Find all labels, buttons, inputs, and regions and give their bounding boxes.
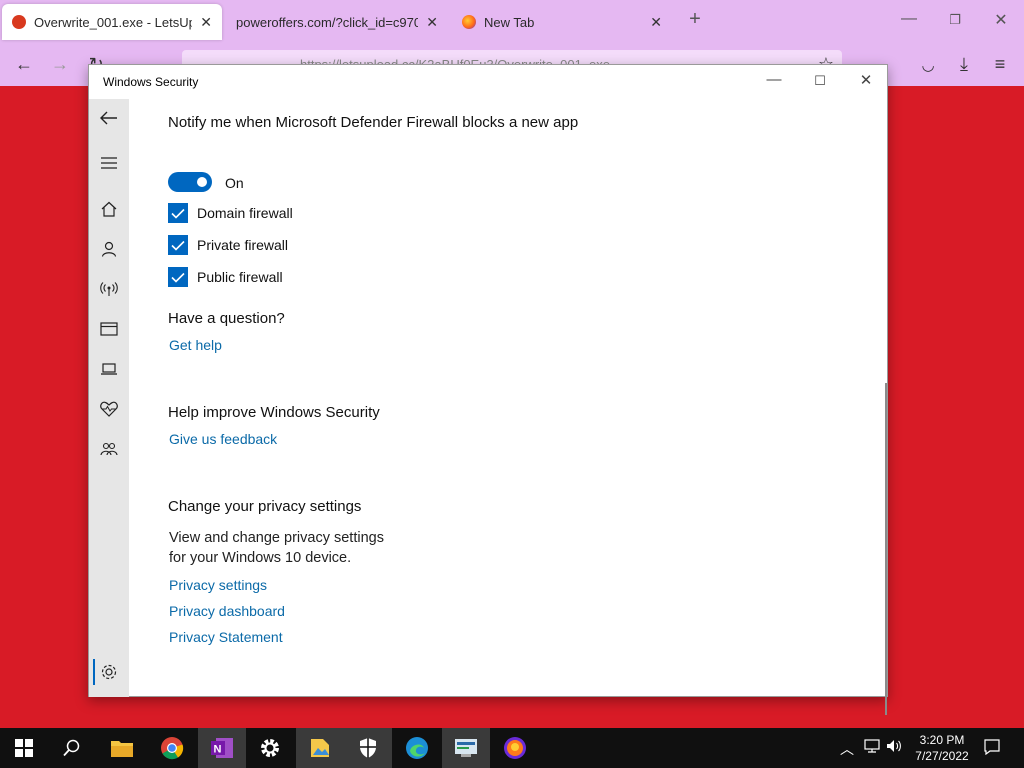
family-options-icon[interactable]: [97, 437, 121, 461]
file-manager-icon[interactable]: [296, 728, 344, 768]
volume-icon[interactable]: [886, 739, 902, 756]
active-indicator: [93, 659, 95, 685]
notify-heading: Notify me when Microsoft Defender Firewa…: [168, 114, 579, 131]
clock-date: 7/27/2022: [915, 749, 969, 763]
checkbox-checked-icon[interactable]: [168, 203, 188, 223]
settings-icon[interactable]: [246, 728, 294, 768]
app-icon[interactable]: [442, 728, 490, 768]
privacy-heading: Change your privacy settings: [168, 498, 362, 515]
security-sidebar: [89, 99, 129, 697]
checkbox-label: Public firewall: [197, 269, 283, 285]
clock[interactable]: 3:20 PM 7/27/2022: [906, 732, 978, 764]
search-icon[interactable]: [48, 728, 96, 768]
back-icon[interactable]: ←: [12, 54, 36, 75]
hamburger-menu-icon[interactable]: [97, 151, 121, 175]
chevron-up-icon[interactable]: ︿: [840, 739, 854, 759]
checkbox-row-private[interactable]: Private firewall: [168, 235, 288, 255]
checkbox-row-domain[interactable]: Domain firewall: [168, 203, 293, 223]
network-icon[interactable]: [864, 739, 880, 756]
close-icon[interactable]: ✕: [650, 14, 662, 31]
start-icon[interactable]: [0, 728, 48, 768]
minimize-icon[interactable]: —: [894, 10, 924, 28]
tab-poweroffers[interactable]: poweroffers.com/?click_id=c97022a ✕: [226, 4, 448, 40]
minimize-icon[interactable]: —: [759, 71, 789, 88]
settings-gear-icon[interactable]: [97, 660, 121, 684]
get-help-link[interactable]: Get help: [169, 337, 222, 353]
notification-icon[interactable]: [984, 739, 1000, 758]
menu-icon[interactable]: ≡: [988, 54, 1012, 75]
checkbox-checked-icon[interactable]: [168, 235, 188, 255]
tab-title: poweroffers.com/?click_id=c97022a: [236, 14, 419, 30]
tab-title: New Tab: [484, 14, 535, 30]
question-heading: Have a question?: [168, 310, 285, 327]
account-icon[interactable]: [97, 237, 121, 261]
onenote-icon[interactable]: N: [198, 728, 246, 768]
feedback-link[interactable]: Give us feedback: [169, 431, 277, 447]
firewall-network-icon[interactable]: [97, 277, 121, 301]
security-content: Notify me when Microsoft Defender Firewa…: [129, 99, 887, 715]
back-arrow-icon[interactable]: [97, 106, 121, 130]
file-explorer-icon[interactable]: [98, 728, 146, 768]
privacy-statement-link[interactable]: Privacy Statement: [169, 629, 283, 645]
close-window-icon[interactable]: ✕: [986, 10, 1016, 30]
home-icon[interactable]: [97, 197, 121, 221]
privacy-text-line-2: for your Windows 10 device.: [169, 550, 352, 566]
maximize-icon[interactable]: ☐: [805, 73, 835, 89]
close-icon[interactable]: ✕: [851, 71, 881, 89]
pocket-icon[interactable]: ◡: [916, 56, 940, 74]
windows-security-icon[interactable]: [344, 728, 392, 768]
download-icon[interactable]: ⤓: [952, 54, 976, 75]
checkbox-checked-icon[interactable]: [168, 267, 188, 287]
tab-title: Overwrite_001.exe - LetsUpload: [34, 14, 193, 30]
scrollbar[interactable]: [885, 383, 887, 715]
privacy-dashboard-link[interactable]: Privacy dashboard: [169, 603, 285, 619]
device-health-heart-icon[interactable]: [97, 397, 121, 421]
restore-icon[interactable]: ❐: [940, 12, 970, 28]
flame-icon: [12, 15, 26, 29]
taskbar: N ︿ 3:20 PM 7/27/2022: [0, 728, 1024, 768]
new-tab-button[interactable]: +: [680, 8, 710, 31]
device-security-icon[interactable]: [97, 357, 121, 381]
tab-overwrite[interactable]: Overwrite_001.exe - LetsUpload ✕: [2, 4, 222, 40]
checkbox-label: Domain firewall: [197, 205, 293, 221]
close-icon[interactable]: ✕: [426, 14, 438, 31]
close-icon[interactable]: ✕: [200, 14, 212, 31]
browser-tab-bar: Overwrite_001.exe - LetsUpload ✕ powerof…: [0, 0, 1024, 44]
edge-icon[interactable]: [393, 728, 441, 768]
forward-icon[interactable]: →: [48, 54, 72, 75]
windows-security-window: Windows Security — ☐ ✕ Notify me when Mi…: [88, 64, 888, 715]
svg-text:N: N: [214, 744, 222, 756]
toggle-label: On: [225, 175, 244, 191]
firefox-icon[interactable]: [491, 728, 539, 768]
firefox-icon: [462, 15, 476, 29]
notify-toggle[interactable]: [168, 172, 212, 192]
checkbox-label: Private firewall: [197, 237, 289, 253]
tab-new-tab[interactable]: New Tab ✕: [452, 4, 672, 40]
chrome-icon[interactable]: [148, 728, 196, 768]
clock-time: 3:20 PM: [919, 733, 965, 747]
privacy-settings-link[interactable]: Privacy settings: [169, 577, 267, 593]
app-browser-control-icon[interactable]: [97, 317, 121, 341]
improve-heading: Help improve Windows Security: [168, 404, 380, 421]
privacy-text-line-1: View and change privacy settings: [169, 530, 384, 546]
window-title: Windows Security: [103, 75, 199, 89]
checkbox-row-public[interactable]: Public firewall: [168, 267, 283, 287]
